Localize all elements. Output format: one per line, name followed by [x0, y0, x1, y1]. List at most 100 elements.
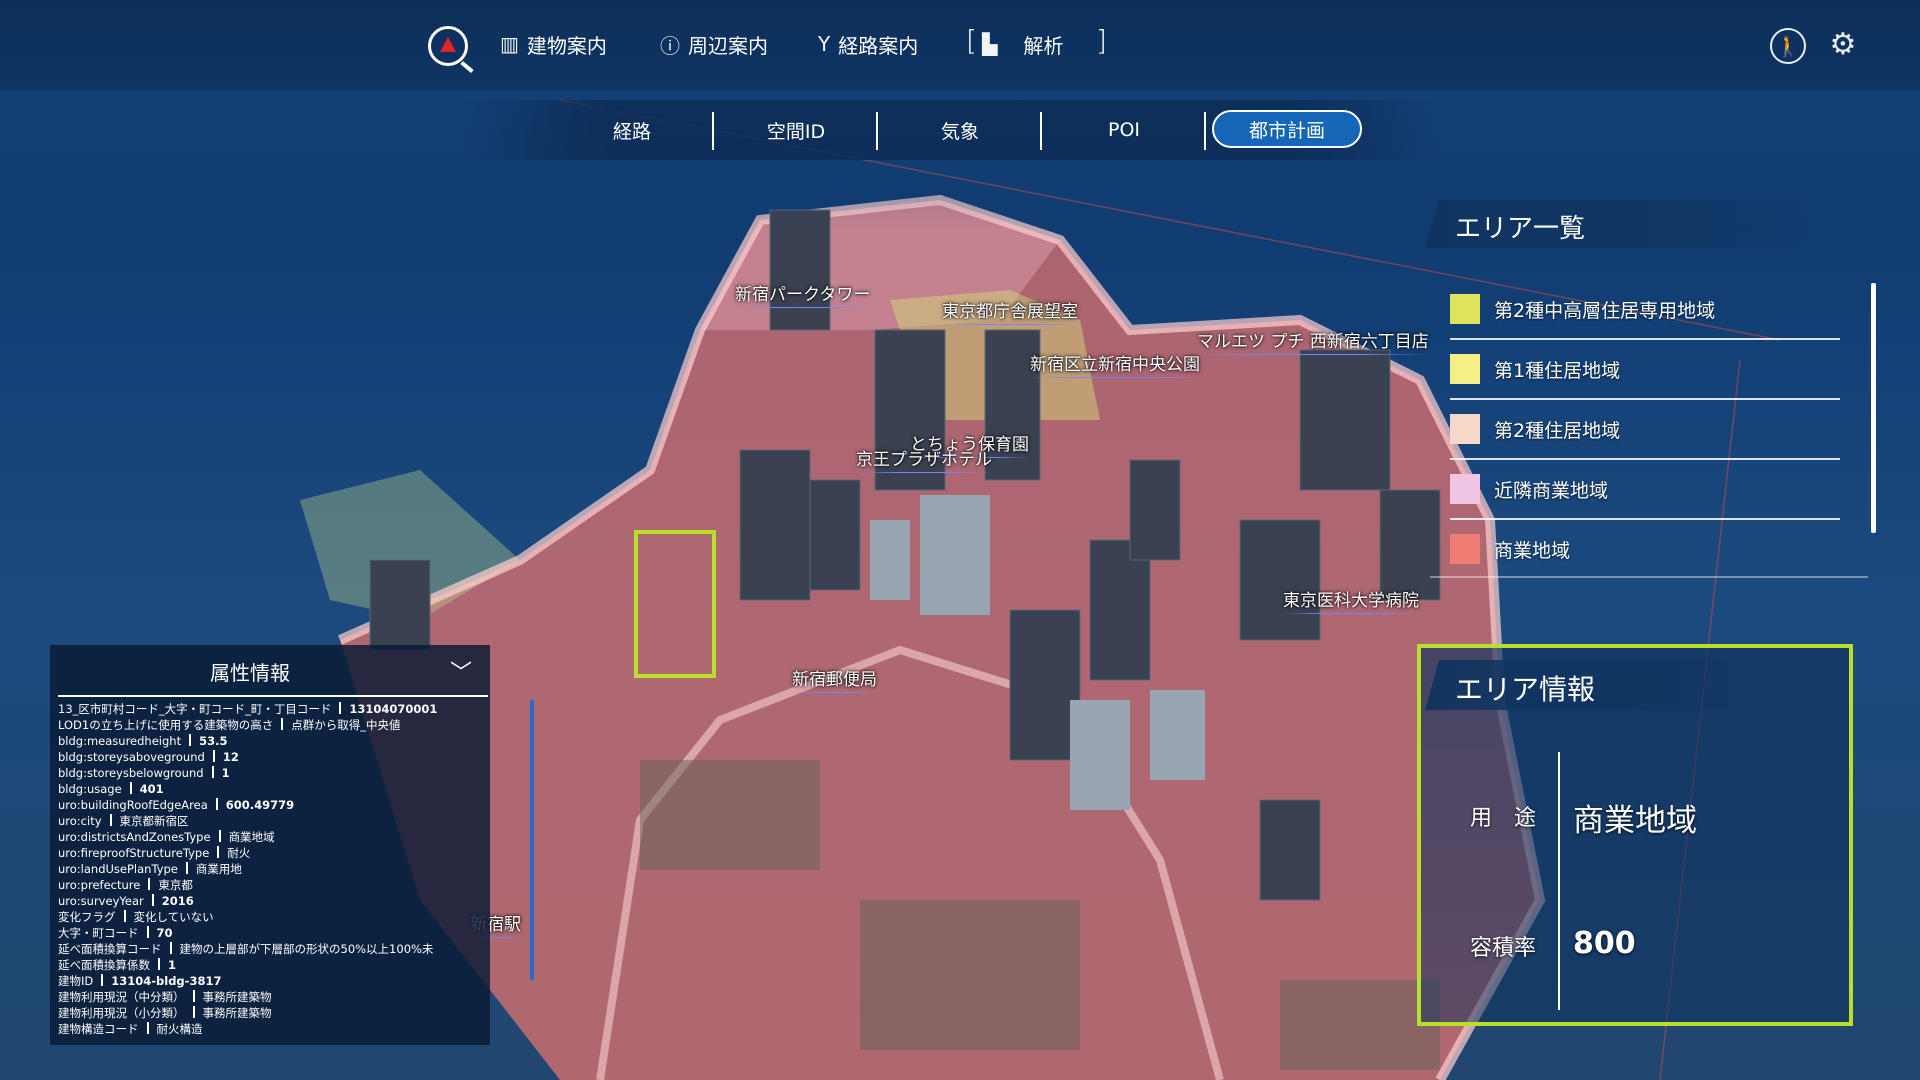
attribute-separator — [281, 718, 284, 730]
attribute-row: uro:districtsAndZonesType 商業地域 — [58, 829, 468, 845]
attribute-value: 点群から取得_中央値 — [291, 718, 401, 732]
attribute-key: uro:prefecture — [58, 878, 141, 892]
app-logo-icon[interactable] — [428, 26, 474, 74]
attribute-key: uro:landUsePlanType — [58, 862, 178, 876]
attribute-row: 建物利用現況（中分類） 事務所建築物 — [58, 989, 468, 1005]
area-info-header: エリア情報 — [1425, 660, 1745, 710]
selected-building-highlight[interactable] — [634, 530, 716, 678]
attribute-separator — [212, 750, 215, 762]
attribute-row: 13_区市町村コード_大字・町コード_町・丁目コード 13104070001 — [58, 701, 468, 717]
attribute-list-scrollbar[interactable] — [530, 700, 534, 980]
attribute-key: 13_区市町村コード_大字・町コード_町・丁目コード — [58, 702, 332, 716]
attribute-separator — [158, 958, 160, 970]
zone-color-swatch — [1450, 414, 1480, 444]
attribute-row: 延べ面積換算コード 建物の上層部が下層部の形状の50%以上100%未 — [58, 941, 468, 957]
attribute-key: bldg:usage — [58, 782, 122, 796]
nav-building-guide[interactable]: ▥ 建物案内 — [500, 26, 607, 62]
area-list-item[interactable]: 第2種住居地域 — [1450, 400, 1840, 460]
attribute-row: 大字・町コード 70 — [58, 925, 468, 941]
attribute-separator — [129, 782, 132, 794]
attribute-key: bldg:storeysbelowground — [58, 766, 204, 780]
attribute-row: 延べ面積換算係数 1 — [58, 957, 468, 973]
attribute-row: 建物構造コード 耐火構造 — [58, 1021, 468, 1037]
attribute-separator — [339, 702, 342, 714]
nav-route-guide-label: 経路案内 — [838, 33, 919, 58]
nav-route-guide[interactable]: Y 経路案内 — [818, 26, 918, 62]
attribute-row: LOD1の立ち上げに使用する建築物の高さ 点群から取得_中央値 — [58, 717, 468, 733]
attribute-value: 2016 — [161, 894, 194, 908]
chevron-down-icon[interactable]: ﹀ — [450, 655, 472, 687]
attribute-value: 600.49779 — [225, 798, 295, 812]
attribute-separator — [215, 798, 218, 810]
attribute-value: 事務所建築物 — [202, 1006, 272, 1020]
attribute-info-panel: 属性情報 ﹀ 13_区市町村コード_大字・町コード_町・丁目コード 1310407… — [50, 645, 534, 1045]
map-label-maruetsu-petit[interactable]: マルエツ プチ 西新宿六丁目店 — [1197, 327, 1429, 355]
attribute-key: uro:surveyYear — [58, 894, 144, 908]
tab-divider — [876, 112, 878, 150]
attribute-key: bldg:measuredheight — [58, 734, 182, 748]
attribute-key: uro:city — [58, 814, 102, 828]
attribute-value: 53.5 — [199, 734, 228, 748]
attribute-key: 延べ面積換算係数 — [58, 958, 150, 972]
attribute-key: 建物利用現況（小分類） — [58, 1006, 185, 1020]
area-list-item[interactable]: 第2種中高層住居専用地域 — [1450, 280, 1840, 340]
attribute-value: 事務所建築物 — [202, 990, 272, 1004]
attribute-row: uro:landUsePlanType 商業用地 — [58, 861, 468, 877]
nav-analysis[interactable]: ▙ 解析 — [982, 26, 1063, 62]
top-navigation-bar: ▥ 建物案内 ⓘ 周辺案内 Y 経路案内 [ ▙ 解析 ] 🚶 ⚙ — [0, 0, 1920, 90]
attribute-value: 12 — [222, 750, 239, 764]
route-icon: Y — [818, 32, 831, 56]
attribute-row: 変化フラグ 変化していない — [58, 909, 468, 925]
nav-surroundings-guide[interactable]: ⓘ 周辺案内 — [660, 26, 768, 62]
attribute-key: 変化フラグ — [58, 910, 116, 924]
floor-area-ratio-label: 容積率 — [1470, 936, 1537, 961]
tab-urban-planning[interactable]: 都市計画 — [1212, 110, 1362, 148]
area-list-item-label: 第1種住居地域 — [1494, 360, 1621, 382]
walk-mode-icon[interactable]: 🚶 — [1770, 28, 1806, 64]
attribute-separator — [211, 766, 214, 778]
attribute-value: 1 — [168, 958, 177, 972]
area-list-scrollbar[interactable] — [1871, 283, 1876, 533]
attribute-key: 建物ID — [58, 974, 94, 988]
tab-spatial-id[interactable]: 空間ID — [716, 110, 876, 150]
attribute-value: 変化していない — [133, 910, 214, 924]
map-label-shinjuku-park-tower[interactable]: 新宿パークタワー — [735, 280, 871, 308]
attribute-value: 東京都 — [158, 878, 193, 892]
map-label-shinjuku-post-office[interactable]: 新宿郵便局 — [792, 665, 877, 693]
attribute-row: bldg:measuredheight 53.5 — [58, 733, 468, 749]
nav-analysis-label: 解析 — [1023, 33, 1064, 58]
attribute-panel-header[interactable]: 属性情報 ﹀ — [50, 645, 490, 695]
attribute-value: 商業地域 — [228, 830, 275, 844]
attribute-row: bldg:usage 401 — [58, 781, 468, 797]
attribute-key: 大字・町コード — [58, 926, 139, 940]
floor-area-ratio-value: 800 — [1573, 926, 1636, 961]
layer-tabs: 経路 空間ID 気象 POI 都市計画 — [460, 100, 1440, 160]
map-label-tokyo-medical-university-hospital[interactable]: 東京医科大学病院 — [1283, 586, 1419, 614]
attribute-row: bldg:storeysbelowground 1 — [58, 765, 468, 781]
area-list-item[interactable]: 商業地域 — [1450, 520, 1840, 578]
gear-icon[interactable]: ⚙ — [1823, 24, 1863, 64]
map-label-keio-plaza-hotel[interactable]: 京王プラザホテル — [856, 445, 992, 473]
attribute-key: LOD1の立ち上げに使用する建築物の高さ — [58, 718, 274, 732]
tab-weather[interactable]: 気象 — [880, 110, 1040, 150]
tab-poi[interactable]: POI — [1044, 110, 1204, 150]
attribute-key: 延べ面積換算コード — [58, 942, 162, 956]
map-label-tocho-observatory[interactable]: 東京都庁舎展望室 — [942, 297, 1078, 325]
attribute-separator — [146, 926, 149, 938]
attribute-value: 耐火構造 — [156, 1022, 203, 1036]
area-info-divider — [1558, 752, 1560, 1010]
attribute-separator — [123, 910, 126, 922]
map-label-shinjuku-central-park[interactable]: 新宿区立新宿中央公園 — [1030, 350, 1200, 378]
attribute-row: uro:city 東京都新宿区 — [58, 813, 468, 829]
nav-surroundings-guide-label: 周辺案内 — [688, 33, 768, 58]
analysis-bracket-right: ] — [1096, 24, 1107, 57]
attribute-separator — [218, 830, 221, 842]
area-list-item[interactable]: 第1種住居地域 — [1450, 340, 1840, 400]
area-list-item[interactable]: 近隣商業地域 — [1450, 460, 1840, 520]
attribute-list[interactable]: 13_区市町村コード_大字・町コード_町・丁目コード 13104070001 LO… — [58, 701, 468, 1041]
attribute-separator — [169, 942, 172, 954]
tab-route[interactable]: 経路 — [552, 110, 712, 150]
zone-color-swatch — [1450, 534, 1480, 564]
attribute-separator — [189, 734, 192, 746]
attribute-key: uro:fireproofStructureType — [58, 846, 210, 860]
